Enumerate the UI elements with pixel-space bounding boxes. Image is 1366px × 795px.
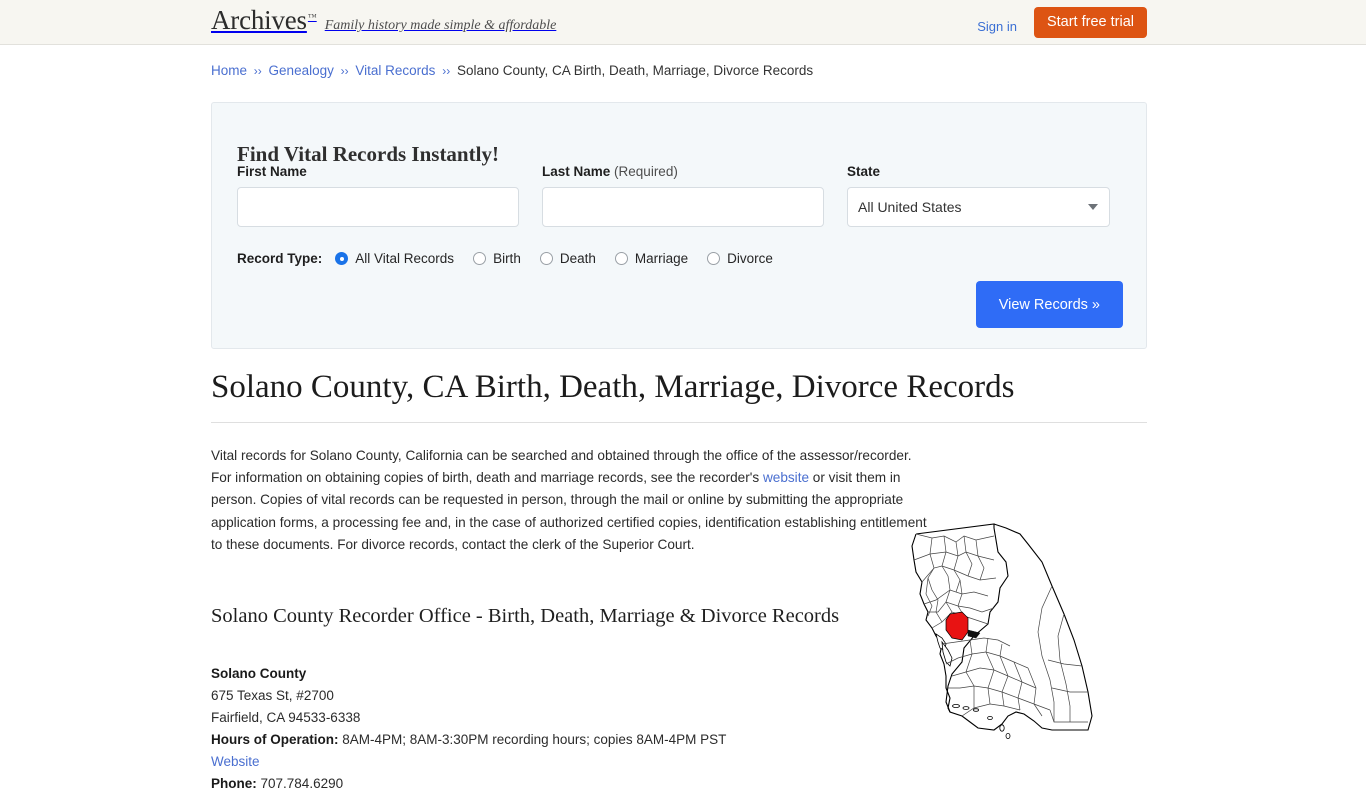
- breadcrumb-item-genealogy[interactable]: Genealogy: [269, 63, 334, 78]
- radio-icon-birth[interactable]: [473, 252, 487, 265]
- record-type-option-marriage[interactable]: Marriage: [614, 251, 689, 266]
- brand-tagline: Family history made simple & affordable: [324, 18, 557, 33]
- state-select-wrap: All United States: [847, 186, 1110, 227]
- breadcrumb-separator: ››: [253, 64, 262, 78]
- last-name-input[interactable]: [542, 186, 824, 227]
- recorder-office-heading: Solano County Recorder Office - Birth, D…: [211, 604, 840, 627]
- record-type-label: Record Type:: [237, 251, 323, 266]
- last-name-field-group: Last Name (Required): [542, 165, 824, 227]
- breadcrumb-current: Solano County, CA Birth, Death, Marriage…: [456, 63, 814, 78]
- vital-records-search-panel: Find Vital Records Instantly! First Name…: [211, 102, 1147, 349]
- office-phone-label: Phone:: [211, 775, 257, 791]
- breadcrumb-separator: ››: [340, 64, 349, 78]
- breadcrumb: Home ›› Genealogy ›› Vital Records ›› So…: [211, 63, 813, 78]
- record-type-row: Record Type: All Vital Records Birth Dea…: [237, 251, 773, 266]
- first-name-label: First Name: [237, 164, 307, 179]
- intro-paragraph: Vital records for Solano County, Califor…: [211, 445, 935, 556]
- last-name-label-text: Last Name: [542, 164, 611, 179]
- site-header: Archives ™ Family history made simple & …: [0, 0, 1366, 45]
- breadcrumb-item-vital-records[interactable]: Vital Records: [355, 63, 435, 78]
- breadcrumb-separator: ››: [442, 64, 451, 78]
- record-type-option-birth[interactable]: Birth: [473, 251, 521, 266]
- view-records-button[interactable]: View Records »: [975, 281, 1123, 328]
- radio-icon-marriage[interactable]: [614, 252, 628, 265]
- recorder-website-link[interactable]: website: [763, 470, 809, 485]
- radio-icon-all[interactable]: [335, 252, 349, 265]
- header-inner: Archives ™ Family history made simple & …: [0, 0, 1366, 45]
- office-hours-value: 8AM-4PM; 8AM-3:30PM recording hours; cop…: [342, 731, 727, 747]
- highlighted-county-solano: [945, 611, 969, 641]
- record-type-option-marriage-label: Marriage: [634, 251, 689, 266]
- state-select[interactable]: All United States: [847, 186, 1110, 227]
- first-name-input[interactable]: [237, 186, 519, 227]
- record-type-option-all[interactable]: All Vital Records: [335, 251, 454, 266]
- page-title: Solano County, CA Birth, Death, Marriage…: [211, 368, 1147, 423]
- state-field-group: State All United States: [847, 165, 1110, 227]
- office-website-link[interactable]: Website: [211, 754, 260, 769]
- brand-name: Archives: [211, 5, 307, 35]
- state-label: State: [847, 164, 881, 179]
- last-name-required-note: (Required): [614, 164, 678, 179]
- record-type-option-birth-label: Birth: [493, 251, 521, 266]
- last-name-label: Last Name (Required): [542, 165, 824, 179]
- search-panel-title: Find Vital Records Instantly!: [237, 142, 499, 167]
- sign-in-link[interactable]: Sign in: [977, 12, 1017, 33]
- office-name: Solano County: [211, 665, 307, 681]
- office-city-state-zip: Fairfield, CA 94533-6338: [211, 709, 361, 725]
- record-type-option-divorce-label: Divorce: [727, 251, 773, 266]
- office-phone-value: 707.784.6290: [260, 775, 344, 791]
- header-actions: Sign in Start free trial: [977, 7, 1147, 38]
- radio-icon-divorce[interactable]: [707, 252, 721, 265]
- california-map-svg: [911, 523, 1093, 739]
- first-name-field-group: First Name: [237, 165, 519, 227]
- radio-icon-death[interactable]: [539, 252, 553, 265]
- brand-logo[interactable]: Archives ™ Family history made simple & …: [211, 7, 556, 34]
- california-county-map: [902, 516, 1107, 751]
- search-field-row: First Name Last Name (Required) State Al…: [237, 165, 1123, 227]
- record-type-option-all-label: All Vital Records: [355, 251, 455, 266]
- record-type-option-death[interactable]: Death: [539, 251, 596, 266]
- office-street: 675 Texas St, #2700: [211, 687, 334, 703]
- breadcrumb-item-home[interactable]: Home: [211, 63, 247, 78]
- article: Solano County, CA Birth, Death, Marriage…: [211, 368, 1147, 791]
- office-hours-label: Hours of Operation:: [211, 731, 339, 747]
- article-body: Vital records for Solano County, Califor…: [211, 445, 1147, 791]
- recorder-office-details: Solano County 675 Texas St, #2700 Fairfi…: [211, 663, 726, 795]
- start-free-trial-button[interactable]: Start free trial: [1033, 7, 1147, 38]
- office-hours: Hours of Operation: 8AM-4PM; 8AM-3:30PM …: [211, 729, 726, 751]
- trademark-icon: ™: [307, 12, 317, 22]
- record-type-option-death-label: Death: [559, 251, 596, 266]
- record-type-option-divorce[interactable]: Divorce: [707, 251, 773, 266]
- office-phone: Phone: 707.784.6290: [211, 773, 726, 795]
